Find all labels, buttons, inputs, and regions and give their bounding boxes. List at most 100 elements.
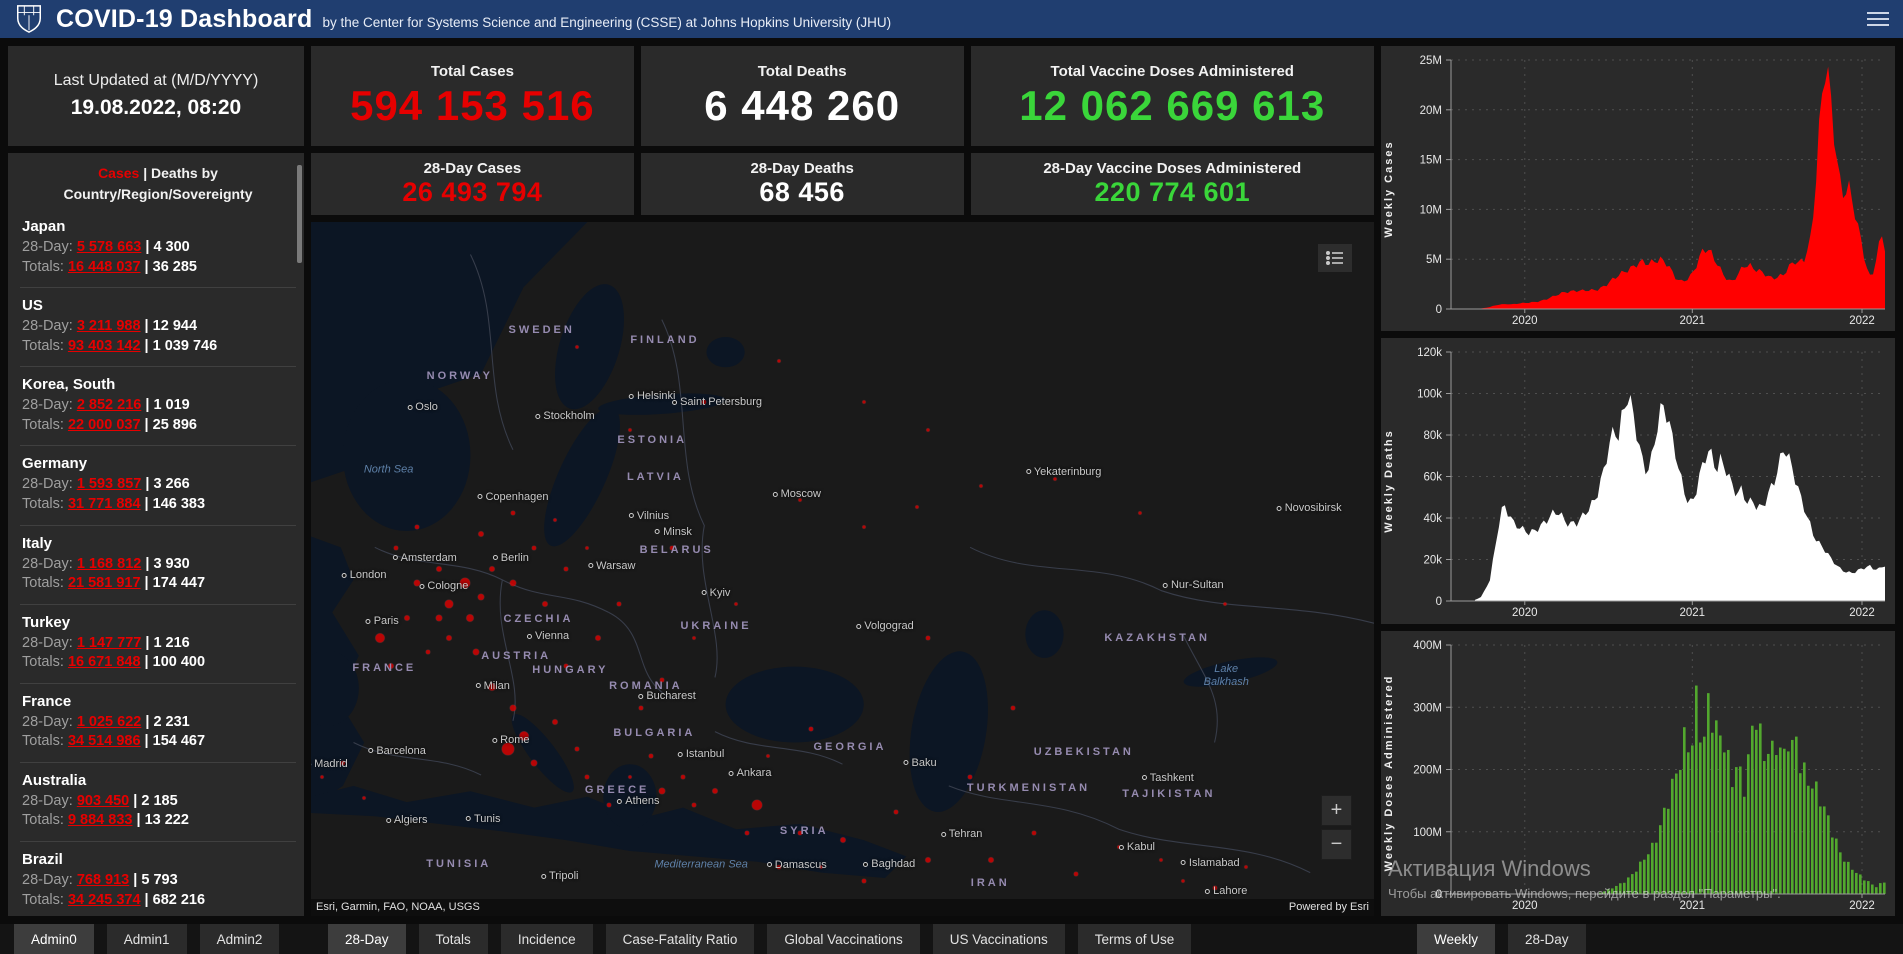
case-cluster-dot[interactable] <box>466 614 474 622</box>
weekly-cases-chart[interactable]: 25M 20M 15M 10M 5M 0 2020 2021 2022 <box>1405 50 1891 329</box>
tab-global-vaccinations[interactable]: Global Vaccinations <box>767 924 920 954</box>
world-map[interactable]: SWEDEN FINLAND NORWAY ESTONIA LATVIA BELARUS U… <box>311 222 1374 916</box>
case-cluster-dot[interactable] <box>617 601 622 606</box>
case-cluster-dot[interactable] <box>628 775 632 779</box>
case-cluster-dot[interactable] <box>628 428 632 432</box>
cases-link[interactable]: 9 884 833 <box>68 812 133 828</box>
case-cluster-dot[interactable] <box>489 566 495 572</box>
case-cluster-dot[interactable] <box>436 566 442 572</box>
case-cluster-dot[interactable] <box>658 788 665 795</box>
legend-icon[interactable] <box>1318 244 1352 272</box>
case-cluster-dot[interactable] <box>445 599 454 608</box>
weekly-doses-chart[interactable]: 400M 300M 200M 100M 0 2020 2021 2022 <box>1405 635 1891 914</box>
case-cluster-dot[interactable] <box>1010 705 1015 710</box>
weekly-deaths-chart[interactable]: 120k 100k 80k 60k 40k 20k 0 2020 2021 2022 <box>1405 342 1891 621</box>
cases-link[interactable]: 16 448 037 <box>68 259 141 275</box>
case-cluster-dot[interactable] <box>509 579 516 586</box>
case-cluster-dot[interactable] <box>542 601 548 607</box>
cases-link[interactable]: 5 578 663 <box>77 239 142 255</box>
case-cluster-dot[interactable] <box>532 546 537 551</box>
cases-link[interactable]: 21 581 917 <box>68 575 141 591</box>
country-row[interactable]: Brazil 28-Day: 768 913 | 5 793 Totals: 34 … <box>20 842 296 916</box>
country-row[interactable]: Japan 28-Day: 5 578 663 | 4 300 Totals: 16… <box>20 209 296 289</box>
case-cluster-dot[interactable] <box>840 837 845 843</box>
country-row[interactable]: US 28-Day: 3 211 988 | 12 944 Totals: 93 4… <box>20 288 296 368</box>
case-cluster-dot[interactable] <box>510 511 515 516</box>
case-cluster-dot[interactable] <box>585 546 589 550</box>
tab-28-day[interactable]: 28-Day <box>328 924 406 954</box>
case-cluster-dot[interactable] <box>320 775 324 779</box>
case-cluster-dot[interactable] <box>988 857 994 863</box>
zoom-in-button[interactable]: + <box>1321 795 1352 826</box>
tab-admin2[interactable]: Admin2 <box>199 924 280 954</box>
case-cluster-dot[interactable] <box>681 775 686 780</box>
cases-link[interactable]: 3 211 988 <box>77 318 141 334</box>
case-cluster-dot[interactable] <box>691 802 696 807</box>
case-cluster-dot[interactable] <box>362 796 366 800</box>
case-cluster-dot[interactable] <box>595 635 601 641</box>
menu-icon[interactable] <box>1867 8 1889 30</box>
tab-incidence[interactable]: Incidence <box>500 924 593 954</box>
cases-link[interactable]: 93 403 142 <box>68 338 141 354</box>
case-cluster-dot[interactable] <box>606 802 611 807</box>
country-row[interactable]: Germany 28-Day: 1 593 857 | 3 266 Totals: … <box>20 446 296 526</box>
case-cluster-dot[interactable] <box>404 615 410 621</box>
country-list-scrollbar[interactable] <box>297 157 302 912</box>
case-cluster-dot[interactable] <box>968 775 973 780</box>
cases-link[interactable]: 16 671 848 <box>68 654 141 670</box>
tab-terms-of-use[interactable]: Terms of Use <box>1077 924 1192 954</box>
case-cluster-dot[interactable] <box>415 525 420 530</box>
case-cluster-dot[interactable] <box>1159 858 1163 862</box>
tab-us-vaccinations[interactable]: US Vaccinations <box>932 924 1065 954</box>
case-cluster-dot[interactable] <box>1244 865 1248 869</box>
case-cluster-dot[interactable] <box>552 719 558 725</box>
cases-link[interactable]: 34 245 374 <box>68 892 141 908</box>
tab-28-day[interactable]: 28-Day <box>1508 924 1586 954</box>
cases-link[interactable]: 22 000 037 <box>68 417 141 433</box>
cases-link[interactable]: 1 025 622 <box>77 714 142 730</box>
case-cluster-dot[interactable] <box>915 505 919 509</box>
case-cluster-dot[interactable] <box>1181 879 1185 883</box>
case-cluster-dot[interactable] <box>553 518 557 522</box>
case-cluster-dot[interactable] <box>478 531 484 537</box>
case-cluster-dot[interactable] <box>478 593 485 600</box>
tab-case-fatality-ratio[interactable]: Case-Fatality Ratio <box>605 924 755 954</box>
case-cluster-dot[interactable] <box>425 650 430 655</box>
cases-link[interactable]: 1 593 857 <box>77 476 142 492</box>
case-cluster-dot[interactable] <box>925 636 930 641</box>
powered-by-esri[interactable]: Powered by Esri <box>1289 901 1369 914</box>
case-cluster-dot[interactable] <box>564 567 569 571</box>
case-cluster-dot[interactable] <box>862 400 866 404</box>
cases-link[interactable]: 34 514 986 <box>68 733 141 749</box>
country-row[interactable]: Italy 28-Day: 1 168 812 | 3 930 Totals: 21… <box>20 526 296 605</box>
case-cluster-dot[interactable] <box>692 636 696 640</box>
case-cluster-dot[interactable] <box>1138 511 1142 515</box>
tab-admin0[interactable]: Admin0 <box>14 924 94 954</box>
country-row[interactable]: France 28-Day: 1 025 622 | 2 231 Totals: 3… <box>20 684 296 763</box>
case-cluster-dot[interactable] <box>435 614 442 621</box>
case-cluster-dot[interactable] <box>638 705 643 710</box>
case-cluster-dot[interactable] <box>808 726 813 731</box>
tab-weekly[interactable]: Weekly <box>1417 924 1496 954</box>
case-cluster-dot[interactable] <box>574 747 579 752</box>
case-cluster-dot[interactable] <box>893 809 898 814</box>
case-cluster-dot[interactable] <box>925 857 931 863</box>
cases-link[interactable]: 1 147 777 <box>77 635 142 651</box>
tab-totals[interactable]: Totals <box>418 924 488 954</box>
case-cluster-dot[interactable] <box>862 525 866 529</box>
case-cluster-dot[interactable] <box>712 788 718 794</box>
case-cluster-dot[interactable] <box>1031 830 1036 835</box>
case-cluster-dot[interactable] <box>777 359 781 363</box>
cases-link[interactable]: 903 450 <box>77 793 129 809</box>
case-cluster-dot[interactable] <box>394 546 399 551</box>
case-cluster-dot[interactable] <box>861 879 866 884</box>
case-cluster-dot[interactable] <box>446 635 452 641</box>
country-row[interactable]: Korea, South 28-Day: 2 852 216 | 1 019 Tot… <box>20 367 296 447</box>
case-cluster-dot[interactable] <box>472 649 479 656</box>
case-cluster-dot[interactable] <box>979 484 983 488</box>
case-cluster-dot[interactable] <box>1223 602 1227 606</box>
case-cluster-dot[interactable] <box>752 799 763 810</box>
case-cluster-dot[interactable] <box>926 428 930 432</box>
zoom-out-button[interactable]: − <box>1321 829 1352 860</box>
case-cluster-dot[interactable] <box>649 754 654 759</box>
